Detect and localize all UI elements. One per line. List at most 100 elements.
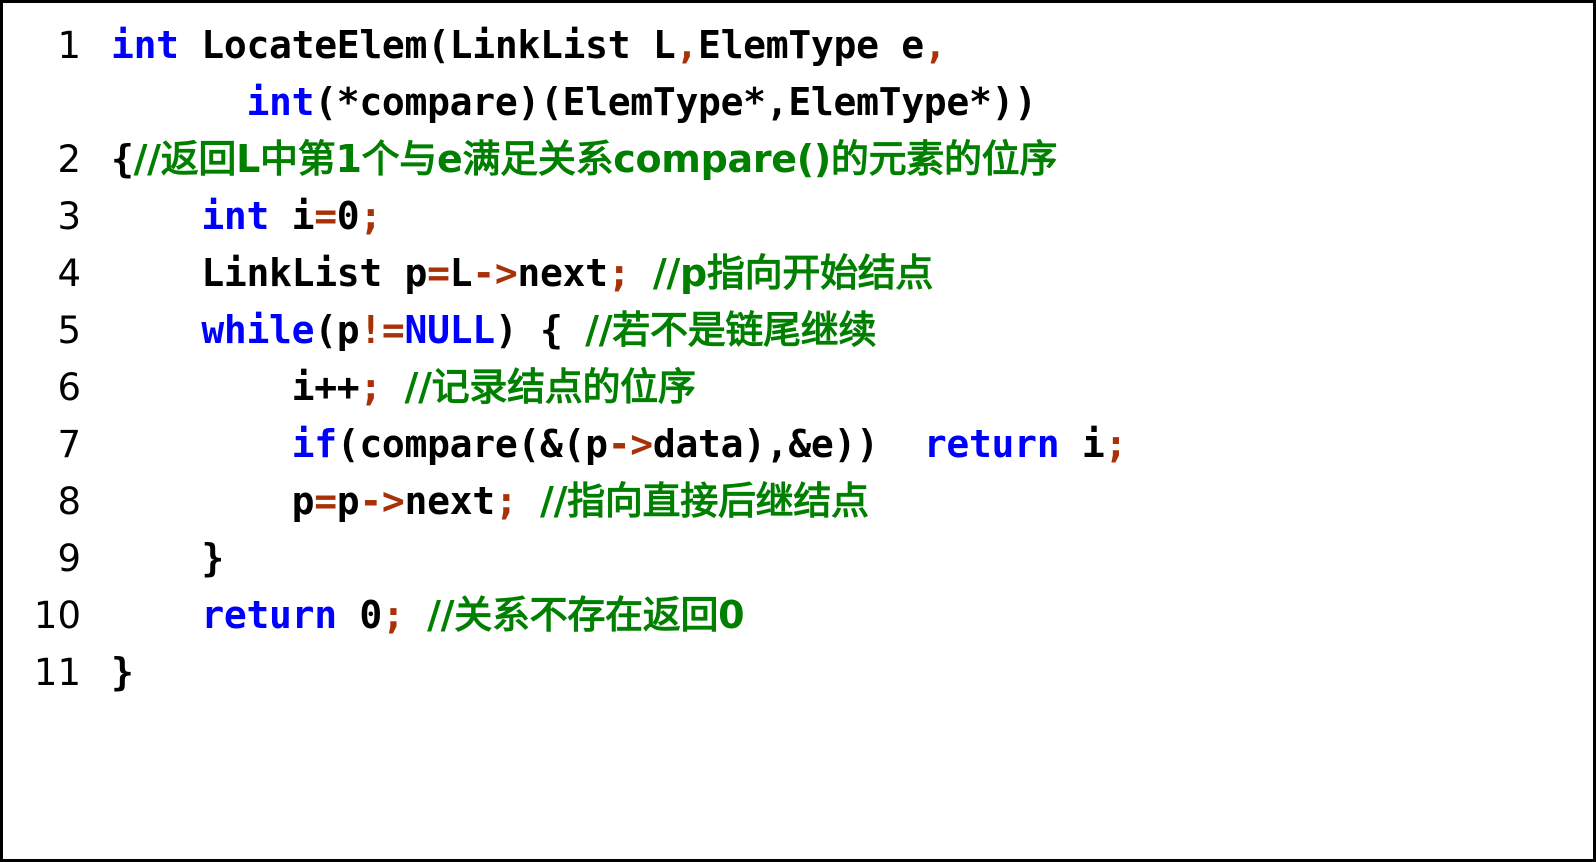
code-line-source: i++; //记录结点的位序 bbox=[111, 359, 1593, 416]
code-token-plain: p bbox=[291, 479, 315, 523]
code-token-op: ; bbox=[381, 593, 405, 637]
code-token-op: -> bbox=[472, 251, 518, 295]
code-token-cmt: //记录结点的位序 bbox=[404, 365, 696, 409]
code-line: 11} bbox=[3, 644, 1593, 701]
code-token-kw: while bbox=[201, 308, 315, 352]
code-token-plain: ) { bbox=[494, 308, 586, 352]
code-token-kw: int bbox=[201, 194, 270, 238]
code-token-plain: LinkList p bbox=[201, 251, 428, 295]
code-token-plain: ElemType e bbox=[698, 23, 924, 67]
code-line-source: } bbox=[111, 530, 1593, 587]
code-token-cmt: //p指向开始结点 bbox=[652, 251, 934, 295]
code-line-source: LinkList p=L->next; //p指向开始结点 bbox=[111, 245, 1593, 302]
code-line: 5 while(p!=NULL) { //若不是链尾继续 bbox=[3, 302, 1593, 359]
line-number: 4 bbox=[57, 252, 81, 295]
code-token-num: 0 bbox=[359, 593, 382, 637]
line-number: 8 bbox=[57, 480, 81, 523]
code-token-op: ; bbox=[494, 479, 518, 523]
code-token-plain: data),&e)) bbox=[652, 422, 924, 466]
code-token-kw: int bbox=[111, 23, 179, 67]
code-token-plain: next bbox=[404, 479, 496, 523]
code-line: int(*compare)(ElemType*,ElemType*)) bbox=[3, 74, 1593, 131]
code-line: 3 int i=0; bbox=[3, 188, 1593, 245]
code-token-plain: i bbox=[269, 194, 315, 238]
line-number: 11 bbox=[33, 651, 81, 694]
code-line: 4 LinkList p=L->next; //p指向开始结点 bbox=[3, 245, 1593, 302]
code-line-source: int(*compare)(ElemType*,ElemType*)) bbox=[111, 74, 1593, 131]
code-token-plain: i++ bbox=[291, 365, 360, 409]
code-token-op: = bbox=[314, 194, 337, 238]
code-token-op: -> bbox=[359, 479, 405, 523]
code-token-plain: } bbox=[111, 650, 134, 694]
code-token-kw: if bbox=[291, 422, 337, 466]
code-token-plain: L bbox=[449, 251, 473, 295]
code-token-op: ; bbox=[607, 251, 631, 295]
code-line: 8 p=p->next; //指向直接后继结点 bbox=[3, 473, 1593, 530]
code-token-kw: NULL bbox=[404, 308, 496, 352]
code-line: 2 {//返回L中第1个与e满足关系compare()的元素的位序 bbox=[3, 131, 1593, 188]
code-line-source: while(p!=NULL) { //若不是链尾继续 bbox=[111, 302, 1593, 359]
code-token-cmt: //若不是链尾继续 bbox=[585, 308, 877, 352]
code-token-op: , bbox=[675, 23, 699, 67]
line-number: 6 bbox=[57, 366, 81, 409]
code-line-source: int i=0; bbox=[111, 188, 1593, 245]
code-token-plain: (p bbox=[314, 308, 360, 352]
code-line-source: return 0; //关系不存在返回0 bbox=[111, 587, 1593, 644]
code-token-op: = bbox=[427, 251, 450, 295]
code-token-op: ; bbox=[359, 365, 382, 409]
code-token-plain: (compare(&(p bbox=[336, 422, 608, 466]
code-token-plain: } bbox=[201, 536, 224, 580]
code-token-plain: { bbox=[111, 137, 134, 181]
code-token-op: -> bbox=[607, 422, 653, 466]
code-token-kw: return bbox=[201, 593, 337, 637]
code-token-kw: return bbox=[923, 422, 1060, 466]
line-number: 1 bbox=[57, 24, 81, 67]
code-lines: 1 int LocateElem(LinkList L,ElemType e, i… bbox=[3, 17, 1593, 701]
line-number: 9 bbox=[57, 537, 81, 580]
line-number: 10 bbox=[33, 594, 81, 637]
code-token-plain: (*compare)(ElemType*,ElemType*)) bbox=[314, 80, 1037, 124]
code-token-num: 0 bbox=[336, 194, 360, 238]
code-token-kw: int bbox=[246, 80, 315, 124]
code-line: 7 if(compare(&(p->data),&e)) return i; bbox=[3, 416, 1593, 473]
code-line-source: if(compare(&(p->data),&e)) return i; bbox=[111, 416, 1593, 473]
line-number: 2 bbox=[57, 138, 81, 181]
code-line-source: p=p->next; //指向直接后继结点 bbox=[111, 473, 1593, 530]
code-token-cmt: //指向直接后继结点 bbox=[539, 479, 869, 523]
code-token-op: , bbox=[923, 23, 947, 67]
code-token-op: = bbox=[314, 479, 337, 523]
code-token-cmt: //关系不存在返回0 bbox=[427, 593, 745, 637]
line-number: 7 bbox=[57, 423, 81, 466]
code-token-plain: i bbox=[1059, 422, 1105, 466]
line-number: 3 bbox=[57, 195, 81, 238]
line-number: 5 bbox=[57, 309, 81, 352]
code-listing-card: 1 int LocateElem(LinkList L,ElemType e, i… bbox=[0, 0, 1596, 862]
code-line-source: {//返回L中第1个与e满足关系compare()的元素的位序 bbox=[111, 131, 1593, 188]
code-token-plain: LocateElem(LinkList L bbox=[178, 23, 676, 67]
code-line-source: } bbox=[111, 644, 1593, 701]
code-token-op: ; bbox=[359, 194, 382, 238]
code-line: 1 int LocateElem(LinkList L,ElemType e, bbox=[3, 17, 1593, 74]
code-line: 6 i++; //记录结点的位序 bbox=[3, 359, 1593, 416]
code-token-plain: next bbox=[517, 251, 608, 295]
code-line: 10 return 0; //关系不存在返回0 bbox=[3, 587, 1593, 644]
code-token-plain: p bbox=[336, 479, 360, 523]
code-token-op: ; bbox=[1104, 422, 1128, 466]
code-line-source: int LocateElem(LinkList L,ElemType e, bbox=[111, 17, 1593, 74]
code-token-op: != bbox=[359, 308, 405, 352]
code-line: 9 } bbox=[3, 530, 1593, 587]
